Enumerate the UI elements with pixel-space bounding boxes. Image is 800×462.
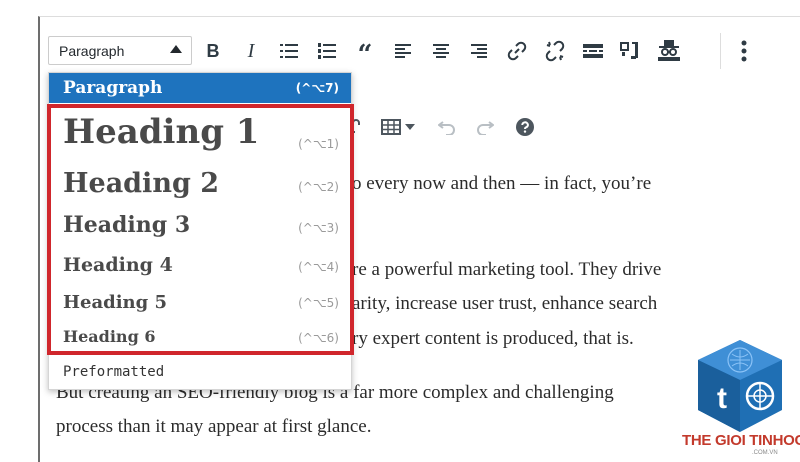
table-button[interactable]	[381, 110, 415, 144]
help-icon	[516, 118, 534, 136]
remove-link-button[interactable]	[540, 31, 570, 71]
format-option-shortcut: (^⌥3)	[298, 221, 339, 235]
svg-text:t: t	[717, 382, 727, 415]
format-option-label: Preformatted	[63, 364, 165, 380]
format-dropdown: Paragraph (^⌥7) Heading 1 (^⌥1) Heading …	[48, 72, 352, 390]
format-option-label: Heading 6	[63, 327, 156, 346]
content-line: o every now and then — in fact, you’re	[352, 173, 652, 194]
bold-icon: B	[206, 40, 220, 61]
format-option-heading-5[interactable]: Heading 5 (^⌥5)	[49, 285, 351, 321]
format-option-label: Heading 5	[63, 292, 168, 313]
format-option-label: Heading 3	[63, 212, 191, 238]
format-option-shortcut: (^⌥5)	[298, 296, 339, 310]
format-option-shortcut: (^⌥6)	[298, 331, 339, 345]
italic-button[interactable]: I	[236, 31, 266, 71]
align-right-icon	[471, 44, 487, 58]
format-option-shortcut: (^⌥2)	[298, 180, 339, 194]
insert-link-icon	[507, 41, 527, 61]
bulleted-list-icon	[280, 44, 298, 58]
format-option-heading-6[interactable]: Heading 6 (^⌥6)	[49, 321, 351, 355]
content-line: ry expert content is produced, that is.	[352, 328, 634, 349]
brand-domain: .COM.VN	[752, 450, 778, 456]
format-option-heading-1[interactable]: Heading 1 (^⌥1)	[49, 107, 351, 163]
content-line: re a powerful marketing tool. They drive	[352, 259, 662, 280]
numbered-list-button[interactable]	[312, 31, 342, 71]
toolbar-toggle-icon	[620, 42, 638, 59]
format-select-value: Paragraph	[59, 43, 125, 59]
more-options-button[interactable]	[729, 31, 759, 71]
format-select[interactable]: Paragraph	[48, 36, 192, 65]
numbered-list-icon	[318, 42, 336, 59]
format-option-shortcut: (^⌥7)	[295, 81, 339, 95]
chevron-up-icon	[170, 45, 182, 53]
brand-logo: t	[698, 340, 782, 432]
format-option-shortcut: (^⌥1)	[298, 137, 339, 151]
blockquote-icon: “	[357, 40, 373, 70]
format-option-label: Heading 2	[63, 168, 220, 199]
format-option-shortcut: (^⌥4)	[298, 260, 339, 274]
format-option-label: Paragraph	[63, 78, 163, 98]
content-line: arity, increase user trust, enhance sear…	[352, 293, 658, 314]
align-center-button[interactable]	[426, 31, 456, 71]
format-option-label: Heading 1	[63, 112, 260, 152]
toolbar-divider	[720, 33, 721, 69]
bold-button[interactable]: B	[198, 31, 228, 71]
remove-link-icon	[545, 40, 565, 62]
align-right-button[interactable]	[464, 31, 494, 71]
format-option-label: Heading 4	[63, 254, 173, 276]
incognito-icon	[658, 40, 680, 61]
redo-icon	[477, 121, 494, 135]
align-left-icon	[395, 44, 411, 58]
help-button[interactable]	[516, 110, 534, 144]
redo-button[interactable]	[476, 110, 494, 144]
special-character-icon	[352, 119, 360, 133]
undo-button[interactable]	[438, 110, 456, 144]
table-icon	[381, 119, 415, 135]
align-left-button[interactable]	[388, 31, 418, 71]
blockquote-button[interactable]: “	[350, 31, 380, 71]
read-more-button[interactable]	[578, 31, 608, 71]
format-option-heading-4[interactable]: Heading 4 (^⌥4)	[49, 247, 351, 285]
align-center-icon	[433, 44, 449, 58]
format-option-paragraph[interactable]: Paragraph (^⌥7)	[49, 73, 351, 103]
more-options-icon	[741, 40, 747, 62]
format-option-heading-2[interactable]: Heading 2 (^⌥2)	[49, 163, 351, 207]
content-line: process than it may appear at first glan…	[56, 416, 372, 437]
format-option-heading-3[interactable]: Heading 3 (^⌥3)	[49, 207, 351, 247]
special-character-button[interactable]	[352, 110, 362, 144]
bulleted-list-button[interactable]	[274, 31, 304, 71]
read-more-icon	[583, 44, 603, 58]
italic-icon: I	[247, 39, 255, 62]
incognito-button[interactable]	[654, 31, 684, 71]
brand-name: THE GIOI TINHOC	[682, 432, 800, 449]
toolbar-toggle-button[interactable]	[616, 31, 646, 71]
format-option-preformatted[interactable]: Preformatted	[49, 359, 351, 389]
insert-link-button[interactable]	[502, 31, 532, 71]
undo-icon	[438, 121, 455, 135]
